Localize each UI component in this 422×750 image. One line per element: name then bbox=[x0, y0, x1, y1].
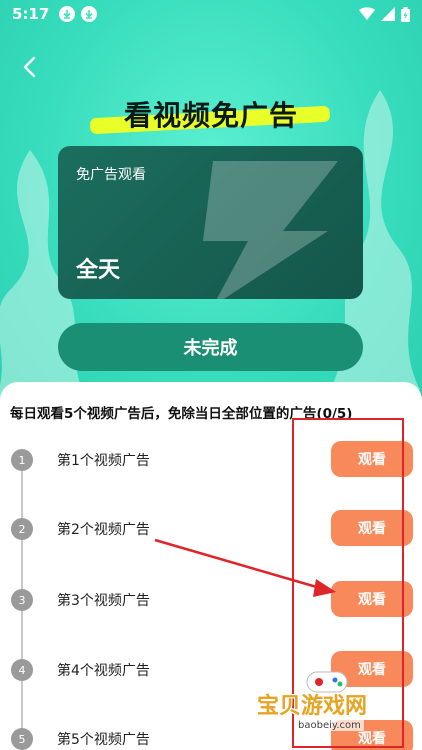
task-label: 第5个视频广告 bbox=[57, 732, 150, 748]
status-bar: 5:17 bbox=[0, 0, 422, 28]
chevron-left-icon bbox=[23, 56, 36, 78]
watermark: 宝贝游戏网 baobeiy.com bbox=[255, 668, 415, 750]
wifi-icon bbox=[359, 7, 375, 20]
download-icon bbox=[81, 6, 98, 22]
battery-charging-icon bbox=[401, 6, 410, 22]
completion-status-button[interactable]: 未完成 bbox=[58, 323, 363, 371]
step-indicator: 1 bbox=[11, 449, 33, 471]
step-indicator: 5 bbox=[11, 728, 33, 750]
task-label: 第1个视频广告 bbox=[57, 453, 150, 469]
page-title: 看视频免广告 bbox=[123, 99, 298, 132]
step-indicator: 3 bbox=[11, 589, 33, 611]
lightning-icon bbox=[203, 161, 338, 299]
step-indicator: 2 bbox=[11, 518, 33, 540]
card-label: 免广告观看 bbox=[76, 167, 146, 183]
status-time: 5:17 bbox=[12, 5, 50, 23]
task-label: 第4个视频广告 bbox=[57, 663, 150, 679]
step-indicator: 4 bbox=[11, 659, 33, 681]
card-value: 全天 bbox=[76, 258, 121, 283]
task-label: 第3个视频广告 bbox=[57, 593, 150, 609]
download-icon bbox=[59, 6, 76, 22]
back-button[interactable] bbox=[14, 52, 44, 82]
ad-free-card: 免广告观看 全天 bbox=[58, 146, 363, 299]
watermark-url: baobeiy.com bbox=[295, 720, 364, 731]
signal-icon bbox=[381, 7, 395, 21]
page-title-wrap: 看视频免广告 bbox=[80, 90, 342, 138]
watermark-text: 宝贝游戏网 bbox=[257, 694, 368, 719]
status-indicators bbox=[359, 6, 410, 22]
task-label: 第2个视频广告 bbox=[57, 522, 150, 538]
